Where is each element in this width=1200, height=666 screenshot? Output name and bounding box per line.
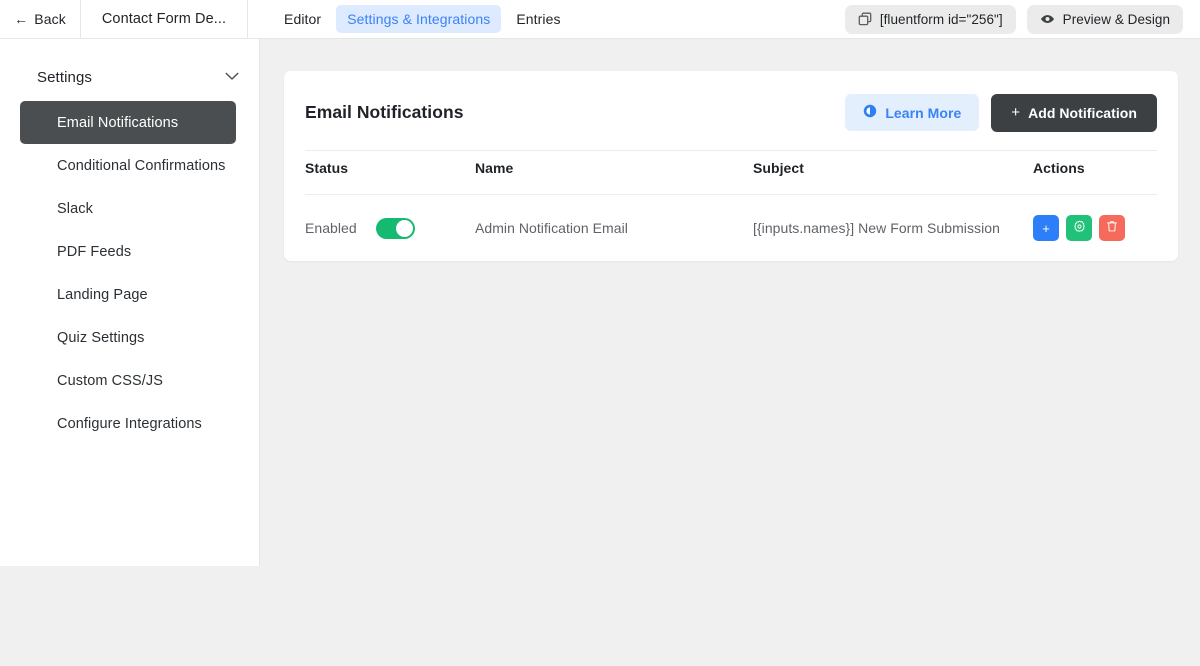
eye-icon [1040, 12, 1055, 26]
plus-icon: + [1042, 220, 1050, 236]
learn-more-label: Learn More [885, 104, 962, 121]
info-circle-icon [863, 104, 877, 121]
copy-icon [858, 12, 872, 26]
settings-sidebar: Settings Email Notifications Conditional… [0, 39, 260, 566]
card-header-actions: Learn More + Add Notification [845, 93, 1157, 132]
main-content: Email Notifications Learn More + Add Not… [260, 39, 1200, 666]
status-toggle[interactable] [375, 217, 415, 239]
sidebar-item-conditional-confirmations[interactable]: Conditional Confirmations [20, 144, 236, 187]
duplicate-notification-button[interactable]: + [1033, 215, 1059, 241]
arrow-left-icon: ← [14, 11, 29, 27]
column-header-name: Name [475, 150, 753, 195]
top-bar-right-actions: [fluentform id="256"] Preview & Design [844, 0, 1200, 38]
page-title: Email Notifications [305, 102, 464, 122]
cell-subject: [{inputs.names}] New Form Submission [753, 220, 1000, 236]
top-bar: ← Back Contact Form De... Editor Setting… [0, 0, 1200, 39]
back-button[interactable]: ← Back [0, 0, 81, 38]
form-title-label: Contact Form De... [101, 11, 227, 27]
cell-actions: + [1033, 195, 1157, 262]
sidebar-item-pdf-feeds[interactable]: PDF Feeds [20, 230, 236, 273]
back-label: Back [34, 11, 66, 27]
table-header-row: Status Name Subject Actions [305, 150, 1157, 195]
gear-icon [1073, 220, 1086, 236]
learn-more-button[interactable]: Learn More [845, 94, 980, 131]
card-header: Email Notifications Learn More + Add Not… [305, 71, 1157, 150]
sidebar-item-slack[interactable]: Slack [20, 187, 236, 230]
sidebar-section-settings[interactable]: Settings [0, 53, 259, 101]
tab-entries[interactable]: Entries [505, 5, 571, 33]
trash-icon [1106, 220, 1118, 236]
column-header-subject: Subject [753, 150, 1033, 195]
shortcode-button[interactable]: [fluentform id="256"] [844, 4, 1016, 34]
table-row: Enabled Admin Notification Email [{input… [305, 195, 1157, 262]
plus-icon: + [1011, 104, 1021, 121]
cell-status: Enabled [305, 195, 475, 262]
add-notification-button[interactable]: + Add Notification [991, 93, 1157, 132]
column-header-actions: Actions [1033, 150, 1157, 195]
notifications-table: Status Name Subject Actions Enabled Admi… [305, 150, 1157, 261]
form-title: Contact Form De... [81, 0, 248, 38]
cell-name: Admin Notification Email [475, 220, 628, 236]
status-label: Enabled [305, 220, 357, 236]
add-notification-label: Add Notification [1028, 104, 1137, 121]
tab-settings-integrations[interactable]: Settings & Integrations [336, 5, 502, 33]
shortcode-label: [fluentform id="256"] [879, 11, 1003, 27]
email-notifications-card: Email Notifications Learn More + Add Not… [284, 71, 1178, 261]
delete-notification-button[interactable] [1099, 215, 1125, 241]
sidebar-item-landing-page[interactable]: Landing Page [20, 273, 236, 316]
tab-editor[interactable]: Editor [273, 5, 332, 33]
main-tabs: Editor Settings & Integrations Entries [273, 0, 572, 38]
sidebar-item-configure-integrations[interactable]: Configure Integrations [20, 402, 236, 445]
edit-notification-button[interactable] [1066, 215, 1092, 241]
preview-design-button[interactable]: Preview & Design [1026, 4, 1183, 34]
preview-design-label: Preview & Design [1062, 11, 1170, 27]
chevron-down-icon [225, 68, 239, 86]
sidebar-item-custom-css-js[interactable]: Custom CSS/JS [20, 359, 236, 402]
toggle-knob [395, 219, 413, 237]
sidebar-item-quiz-settings[interactable]: Quiz Settings [20, 316, 236, 359]
sidebar-section-label: Settings [37, 68, 92, 86]
sidebar-item-email-notifications[interactable]: Email Notifications [20, 101, 236, 144]
column-header-status: Status [305, 150, 475, 195]
